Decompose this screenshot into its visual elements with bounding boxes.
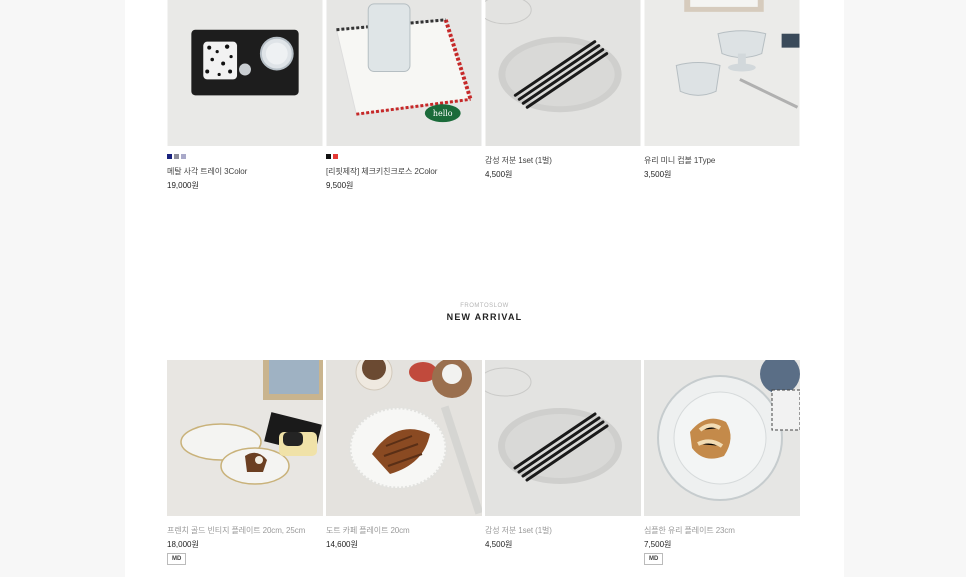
swatch-red [333,154,338,159]
section-title: NEW ARRIVAL [446,312,523,322]
swatch-grey [174,154,179,159]
product-price: 19,000원 [167,181,199,190]
swatch-lilac [181,154,186,159]
product-image[interactable] [167,0,323,147]
product-name[interactable]: 감성 저분 1set (1벌) [485,525,552,536]
product-price: 18,000원 [167,540,199,549]
color-swatches [167,154,186,159]
product-price: 3,500원 [644,170,672,179]
product-price: 7,500원 [644,540,672,549]
product-image[interactable] [326,360,482,516]
product-image[interactable] [644,0,800,147]
product-name[interactable]: [리핏제작] 체크키친크로스 2Color [326,166,437,177]
product-image[interactable] [485,0,641,147]
md-badge: MD [167,553,187,565]
product-name[interactable]: 감성 저분 1set (1벌) [485,155,552,166]
product-image[interactable]: hello [326,0,482,147]
color-swatches [326,154,338,159]
swatch-navy [167,154,172,159]
product-image[interactable] [167,360,323,516]
md-badge: MD [644,553,664,565]
product-price: 4,500원 [485,540,513,549]
product-name[interactable]: 메탈 사각 트레이 3Color [167,166,247,177]
product-price: 9,500원 [326,181,354,190]
swatch-black [326,154,331,159]
product-image[interactable] [644,360,800,516]
product-price: 4,500원 [485,170,513,179]
section-subtitle: FROMTOSLOW [460,303,509,309]
product-price: 14,600원 [326,540,358,549]
product-name[interactable]: 심플한 유리 플레이트 23cm [644,525,735,536]
product-name[interactable]: 도트 카페 플레이트 20cm [326,525,410,536]
main-content-panel: 메탈 사각 트레이 3Color 19,000원 hello [리핏제작] 체크… [125,0,844,577]
svg-text:hello: hello [433,109,453,118]
product-image[interactable] [485,360,641,516]
product-name[interactable]: 유리 미니 컵볼 1Type [644,155,715,166]
product-name[interactable]: 프렌치 골드 빈티지 플레이트 20cm, 25cm [167,525,305,536]
